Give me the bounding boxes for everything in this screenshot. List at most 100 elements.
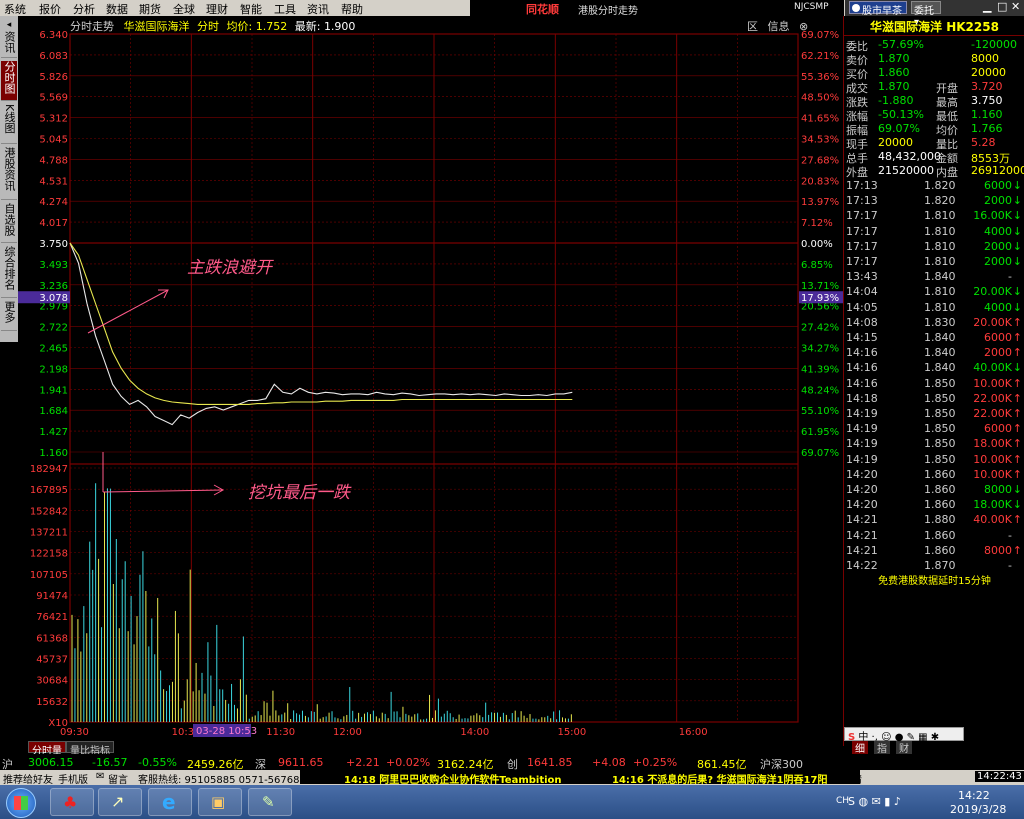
tick-volume: 40.00K — [973, 361, 1012, 375]
brand-logo: 同花顺 — [526, 3, 559, 16]
quote-value: 21520000 — [878, 164, 934, 177]
pct-tick: 55.10% — [801, 406, 839, 417]
arrow-down-icon: ↓ — [1012, 361, 1022, 375]
price-tick: 5.312 — [39, 114, 68, 125]
nav-watchlist[interactable]: 自选股 — [1, 203, 17, 243]
intraday-chart[interactable]: 6.340 6.083 5.826 5.569 5.312 5.045 4.788 4.531… — [18, 30, 843, 740]
nav-kline[interactable]: K线图 — [1, 104, 17, 144]
arrow-down-icon: ↓ — [1012, 255, 1022, 268]
quote-value-2: -120000 — [971, 38, 1017, 51]
arrow-up-icon: ↑ — [1012, 452, 1022, 466]
tick-time: 14:08 — [846, 315, 878, 329]
tab-volume-ratio[interactable]: 量比指标 — [66, 741, 114, 757]
avg-price-line — [69, 242, 573, 405]
quote-value: -50.13% — [878, 108, 924, 121]
menu-system[interactable]: 系统 — [4, 1, 26, 17]
pct-tick: 62.21% — [801, 51, 839, 62]
tick-volume: 10.00K — [973, 467, 1012, 481]
tick-time: 13:43 — [846, 270, 878, 284]
price-tick: 3.236 — [39, 281, 68, 292]
tick-volume: 2000 — [984, 255, 1012, 268]
nav-more[interactable]: 更多 — [1, 301, 17, 331]
recommend-link[interactable]: 推荐给好友 — [3, 771, 53, 786]
nav-intraday[interactable]: 分时图 — [1, 61, 17, 101]
tick-row: 14:20 1.860 18.00K ↓ — [846, 498, 1022, 513]
pct-tick: 13.71% — [801, 281, 839, 292]
mobile-link[interactable]: 手机版 — [58, 771, 88, 786]
cursor-pct: 17.93% — [801, 293, 839, 304]
pct-tick: 20.83% — [801, 176, 839, 187]
menu-news[interactable]: 资讯 — [307, 1, 329, 17]
cursor-date: 03-28 10:53 — [196, 726, 257, 737]
menu-finance[interactable]: 理财 — [206, 1, 228, 17]
menu-data[interactable]: 数据 — [106, 1, 128, 17]
maximize-icon[interactable]: □ — [997, 0, 1007, 13]
minimize-icon[interactable]: ▁ — [983, 0, 991, 13]
delay-notice: 免费港股数据延时15分钟 — [878, 576, 991, 587]
news-item-2[interactable]: 14:16 不派息的后果? 华滋国际海洋1阴吞17阳 — [612, 771, 827, 786]
pct-tick: 34.53% — [801, 135, 839, 146]
tick-volume: - — [1008, 528, 1012, 542]
chart-app-icon: ↗ — [111, 792, 125, 811]
taskbar-app-5[interactable]: ✎ — [248, 788, 292, 816]
volume-tick: 152842 — [30, 506, 68, 517]
tick-volume: 6000 — [984, 331, 1012, 344]
tick-row: 14:05 1.810 4000 ↓ — [846, 301, 1022, 316]
quote-value: -1.880 — [878, 94, 914, 107]
tick-volume: 18.00K — [973, 498, 1012, 512]
arrow-down-icon: ↓ — [1012, 179, 1022, 192]
nav-news[interactable]: ◂ 资讯 — [1, 18, 17, 58]
ime-toolbar[interactable]: S 中 ·, ☺ ● ✎ ▦ ✱ — [844, 727, 964, 743]
tick-price: 1.810 — [924, 239, 956, 253]
volume-tick: 122158 — [30, 549, 68, 560]
quote-label: 外盘 — [846, 166, 868, 179]
tick-volume: 4000 — [984, 300, 1012, 314]
quote-row: 卖价 1.870 8000 — [846, 52, 1022, 67]
taskbar-app-4[interactable]: ▣ — [198, 788, 242, 816]
trade-button[interactable]: 委托 ▾ — [911, 1, 941, 28]
message-link[interactable]: 留言 — [108, 771, 128, 786]
quote-value: 1.870 — [878, 80, 910, 93]
close-icon[interactable]: ✕ — [1011, 0, 1020, 13]
tray-icons[interactable]: S ◍ ✉ ▮ ♪ — [848, 795, 901, 808]
menu-futures[interactable]: 期货 — [139, 1, 161, 17]
volume-tick: 167895 — [30, 485, 68, 496]
quote-panel: 华滋国际海洋 HK2258 委比 -57.69% -120000 卖价 1.870 800… — [843, 16, 1024, 755]
menu-analysis[interactable]: 分析 — [73, 1, 95, 17]
index-ticker: 沪 3006.15 -16.57 -0.55% 2459.26亿 深 9611.… — [0, 754, 1024, 771]
tick-volume: 2000 — [984, 346, 1012, 360]
quote-value-2: 8000 — [971, 52, 999, 65]
price-tick: 6.340 — [39, 30, 68, 41]
menu-smart[interactable]: 智能 — [240, 1, 262, 17]
menu-tools[interactable]: 工具 — [274, 1, 296, 17]
quote-value: 1.870 — [878, 52, 910, 65]
tick-volume: - — [1008, 559, 1012, 572]
arrow-down-icon: ↓ — [1012, 285, 1022, 299]
menu-global[interactable]: 全球 — [173, 1, 195, 17]
nav-ranking[interactable]: 综合排名 — [1, 246, 17, 298]
idx-sz-value: 9611.65 — [278, 756, 324, 769]
pct-tick: 69.07% — [801, 448, 839, 459]
tick-row: 14:04 1.810 20.00K ↓ — [846, 285, 1022, 300]
volume-tick: 182947 — [30, 464, 68, 475]
tick-time: 14:05 — [846, 300, 878, 314]
tick-volume: 20.00K — [973, 315, 1012, 329]
taskbar-app-1[interactable]: ♣ — [50, 788, 94, 816]
arrow-up-icon: ↑ — [1012, 346, 1022, 360]
taskbar-ie[interactable]: e — [148, 788, 192, 816]
tab-volume[interactable]: 分时量 — [28, 741, 66, 757]
tick-row: 14:18 1.850 22.00K ↑ — [846, 392, 1022, 407]
annotation-arrow-2 — [102, 489, 224, 493]
quote-value-2: 26912000 — [971, 164, 1024, 177]
quote-row: 振幅 69.07% 均价 1.766 — [846, 122, 1022, 137]
nav-hk-news[interactable]: 港股资讯 — [1, 147, 17, 200]
taskbar-app-2[interactable]: ↗ — [98, 788, 142, 816]
menu-help[interactable]: 帮助 — [341, 1, 363, 17]
menu-quote[interactable]: 报价 — [39, 1, 61, 17]
tick-volume: 6000 — [984, 422, 1012, 436]
message-icon[interactable]: ✉ — [96, 771, 104, 782]
tick-row: 14:21 1.880 40.00K ↑ — [846, 513, 1022, 528]
news-item-1[interactable]: 14:18 阿里巴巴收购企业协作软件Teambition — [344, 771, 562, 786]
tick-volume: - — [1008, 270, 1012, 284]
price-tick: 4.274 — [39, 197, 68, 208]
